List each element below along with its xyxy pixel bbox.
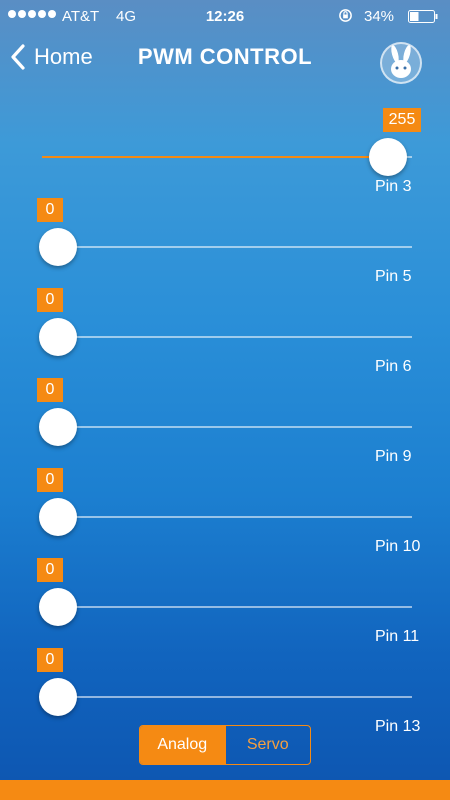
value-badge: 0 [37, 378, 63, 402]
slider-track[interactable] [42, 246, 412, 248]
pin-label: Pin 5 [375, 268, 412, 285]
slider-track[interactable] [42, 336, 412, 338]
value-badge: 0 [37, 468, 63, 492]
servo-mode-button[interactable]: Servo [224, 726, 311, 764]
pin-slider-row: 0 Pin 9 [0, 378, 450, 468]
slider-thumb[interactable] [39, 498, 77, 536]
slider-track[interactable] [42, 606, 412, 608]
bunny-icon[interactable] [380, 42, 422, 84]
slider-thumb[interactable] [39, 408, 77, 446]
pin-slider-row: 0 Pin 10 [0, 468, 450, 558]
bunny-avatar-icon [391, 45, 411, 78]
pin-slider-row: 255 Pin 3 [0, 108, 450, 198]
rotation-lock-icon [339, 9, 352, 22]
battery-icon [408, 10, 438, 23]
pin-label: Pin 3 [375, 178, 412, 195]
value-badge: 0 [37, 198, 63, 222]
pin-slider-row: 0 Pin 6 [0, 288, 450, 378]
value-badge: 0 [37, 288, 63, 312]
status-bar: AT&T 4G 12:26 34% [0, 0, 450, 34]
slider-thumb[interactable] [369, 138, 407, 176]
slider-track[interactable] [42, 426, 412, 428]
analog-mode-button[interactable]: Analog [140, 726, 225, 764]
slider-thumb[interactable] [39, 588, 77, 626]
pin-label: Pin 13 [375, 718, 421, 735]
pin-label: Pin 11 [375, 628, 420, 645]
value-badge: 0 [37, 648, 63, 672]
slider-track[interactable] [42, 516, 412, 518]
bottom-accent-bar [0, 780, 450, 800]
slider-thumb[interactable] [39, 678, 77, 716]
mode-segmented-control: Analog Servo [139, 725, 311, 765]
value-badge: 0 [37, 558, 63, 582]
pin-slider-row: 0 Pin 5 [0, 198, 450, 288]
pin-label: Pin 9 [375, 448, 412, 465]
slider-thumb[interactable] [39, 228, 77, 266]
navigation-bar: Home PWM CONTROL [0, 34, 450, 84]
slider-fill [42, 156, 388, 158]
pin-slider-row: 0 Pin 11 [0, 558, 450, 648]
slider-track[interactable] [42, 696, 412, 698]
value-badge: 255 [382, 108, 422, 132]
slider-thumb[interactable] [39, 318, 77, 356]
pin-label: Pin 6 [375, 358, 412, 375]
battery-percent: 34% [364, 8, 395, 25]
pin-label: Pin 10 [375, 538, 421, 555]
